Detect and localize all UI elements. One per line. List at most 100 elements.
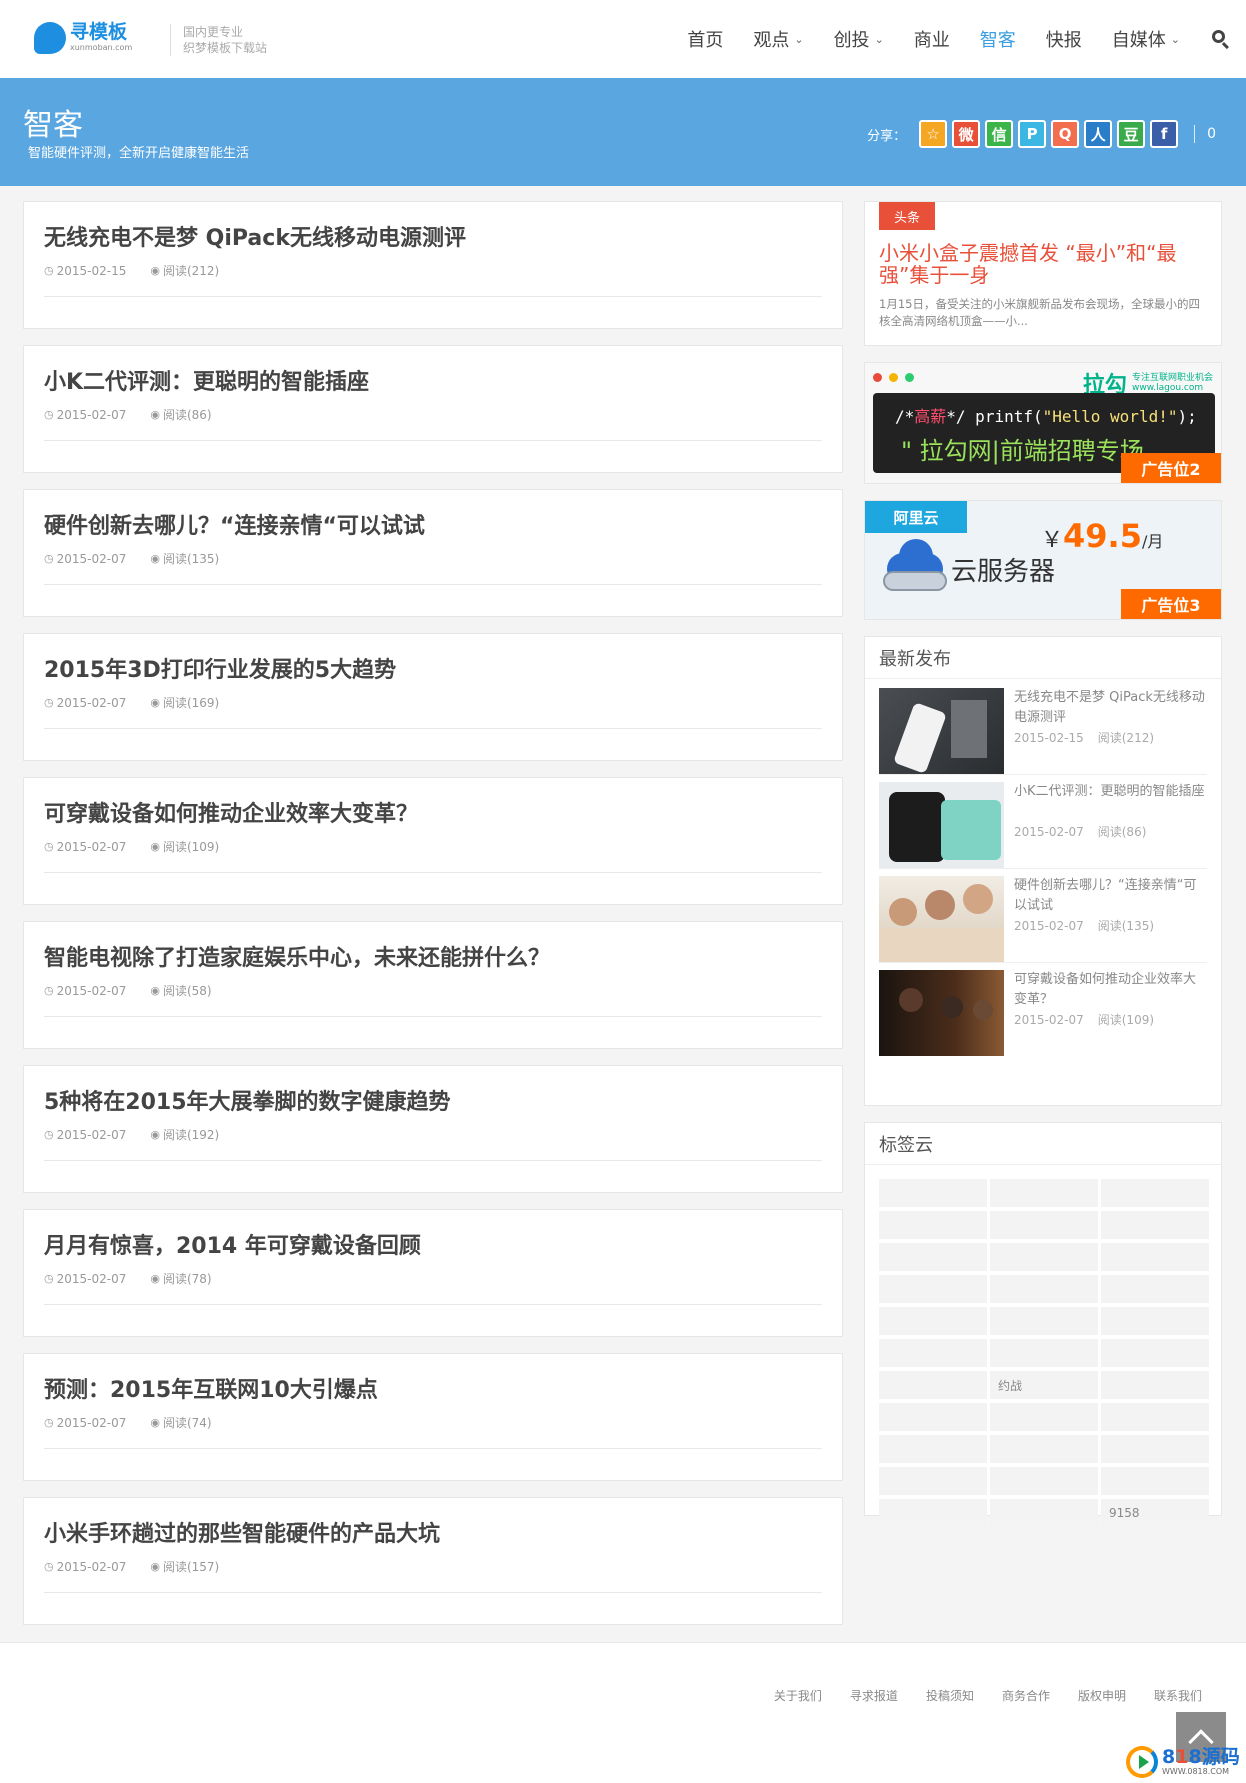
wechat-icon[interactable]: 信 — [985, 120, 1014, 148]
nav-item[interactable]: 自媒体 ⌄ — [1112, 26, 1180, 52]
list-item[interactable]: 可穿戴设备如何推动企业效率大变革？ 2015-02-07 阅读(109) — [879, 961, 1207, 1057]
tag-item[interactable]: 约战 — [990, 1371, 1098, 1399]
tag-item[interactable] — [1101, 1435, 1209, 1463]
ad-aliyun[interactable]: 阿里云 ￥49.5/月 云服务器 广告位3 — [864, 500, 1222, 620]
article-card: 5种将在2015年大展拳脚的数字健康趋势 ◷ 2015-02-07 ◉ 阅读(192) — [23, 1065, 843, 1193]
tencent-weibo-icon[interactable]: P — [1018, 120, 1047, 148]
tag-item[interactable] — [1101, 1467, 1209, 1495]
weibo-icon[interactable]: 微 — [952, 120, 981, 148]
article-title[interactable]: 5种将在2015年大展拳脚的数字健康趋势 — [44, 1084, 451, 1116]
nav-item[interactable]: 智客 — [980, 26, 1016, 52]
tag-item[interactable] — [990, 1275, 1098, 1303]
divider — [44, 296, 822, 297]
article-title[interactable]: 小K二代评测：更聪明的智能插座 — [44, 364, 369, 396]
footer-link[interactable]: 寻求报道 — [850, 1687, 898, 1704]
site-header: 寻模板 xunmoban.com 国内更专业 织梦模板下载站 首页 观点 ⌄ 创投 ⌄ 商… — [0, 0, 1246, 78]
tag-item[interactable] — [990, 1307, 1098, 1335]
eye-icon: ◉ — [150, 408, 160, 421]
tag-item[interactable] — [879, 1435, 987, 1463]
douban-icon[interactable]: 豆 — [1117, 120, 1146, 148]
tag-item[interactable] — [1101, 1243, 1209, 1271]
tag-item[interactable] — [879, 1275, 987, 1303]
chevron-down-icon: ⌄ — [794, 32, 804, 46]
article-title[interactable]: 智能电视除了打造家庭娱乐中心，未来还能拼什么？ — [44, 940, 550, 972]
tag-item[interactable]: 9158 — [1101, 1499, 1209, 1527]
tag-item[interactable] — [1101, 1211, 1209, 1239]
nav-item[interactable]: 创投 ⌄ — [834, 26, 884, 52]
tag-item[interactable] — [990, 1211, 1098, 1239]
share-label: 分享： — [867, 128, 907, 144]
logo-bubble-icon — [34, 22, 66, 54]
tag-item[interactable] — [990, 1243, 1098, 1271]
clock-icon: ◷ — [44, 552, 54, 565]
ad-lagou[interactable]: 拉勾 专注互联网职业机会 www.lagou.com /*高薪*/ printf(… — [864, 362, 1222, 484]
footer-link[interactable]: 商务合作 — [1002, 1687, 1050, 1704]
footer-link[interactable]: 版权申明 — [1078, 1687, 1126, 1704]
footer-link[interactable]: 投稿须知 — [926, 1687, 974, 1704]
tag-item[interactable] — [879, 1499, 987, 1527]
post-thumbnail[interactable] — [879, 688, 1004, 774]
tag-item[interactable] — [1101, 1339, 1209, 1367]
list-item[interactable]: 无线充电不是梦 QiPack无线移动电源测评 2015-02-15 阅读(212) — [879, 679, 1207, 775]
article-card: 智能电视除了打造家庭娱乐中心，未来还能拼什么？ ◷ 2015-02-07 ◉ 阅读(58… — [23, 921, 843, 1049]
article-title[interactable]: 小米手环趟过的那些智能硬件的产品大坑 — [44, 1516, 440, 1548]
article-title[interactable]: 2015年3D打印行业发展的5大趋势 — [44, 652, 396, 684]
site-logo[interactable]: 寻模板 xunmoban.com — [34, 22, 132, 54]
article-date: 2015-02-07 — [56, 839, 127, 854]
logo-text: 寻模板 — [70, 21, 128, 43]
tag-item[interactable] — [990, 1179, 1098, 1207]
recent-title[interactable]: 硬件创新去哪儿？“连接亲情“可以试试 — [1014, 876, 1207, 916]
tag-item[interactable] — [990, 1467, 1098, 1495]
tag-item[interactable] — [879, 1467, 987, 1495]
qzone-icon[interactable]: ☆ — [919, 120, 948, 148]
tag-item[interactable] — [990, 1339, 1098, 1367]
list-item[interactable]: 小K二代评测：更聪明的智能插座 2015-02-07 阅读(86) — [879, 773, 1207, 869]
tag-item[interactable] — [879, 1243, 987, 1271]
tag-item[interactable] — [1101, 1403, 1209, 1431]
tag-item[interactable] — [879, 1179, 987, 1207]
tag-item[interactable] — [879, 1371, 987, 1399]
tag-item[interactable] — [1101, 1179, 1209, 1207]
nav-item[interactable]: 观点 ⌄ — [753, 26, 803, 52]
article-title[interactable]: 预测：2015年互联网10大引爆点 — [44, 1372, 378, 1404]
search-icon[interactable] — [1210, 28, 1232, 50]
tag-item[interactable] — [990, 1435, 1098, 1463]
article-title[interactable]: 可穿戴设备如何推动企业效率大变革？ — [44, 796, 418, 828]
tag-item[interactable] — [879, 1403, 987, 1431]
post-thumbnail[interactable] — [879, 782, 1004, 868]
footer-link[interactable]: 关于我们 — [774, 1687, 822, 1704]
recent-title[interactable]: 无线充电不是梦 QiPack无线移动电源测评 — [1014, 688, 1207, 728]
headline-desc: 1月15日，备受关注的小米旗舰新品发布会现场，全球最小的四核全高清网络机顶盒——… — [879, 297, 1200, 328]
tag-item[interactable] — [1101, 1371, 1209, 1399]
clock-icon: ◷ — [44, 1272, 54, 1285]
footer-link[interactable]: 联系我们 — [1154, 1687, 1202, 1704]
facebook-icon[interactable]: f — [1150, 120, 1179, 148]
article-title[interactable]: 硬件创新去哪儿？“连接亲情“可以试试 — [44, 508, 425, 540]
tag-item[interactable] — [990, 1499, 1098, 1527]
tag-item[interactable] — [879, 1307, 987, 1335]
nav-item[interactable]: 快报 — [1046, 26, 1082, 52]
eye-icon: ◉ — [150, 696, 160, 709]
article-title[interactable]: 月月有惊喜，2014 年可穿戴设备回顾 — [44, 1228, 421, 1260]
recent-meta: 2015-02-07 阅读(135) — [1014, 919, 1155, 933]
recent-title[interactable]: 可穿戴设备如何推动企业效率大变革？ — [1014, 970, 1207, 1010]
tag-item[interactable] — [1101, 1307, 1209, 1335]
nav-item[interactable]: 首页 — [687, 26, 723, 52]
list-item[interactable]: 硬件创新去哪儿？“连接亲情“可以试试 2015-02-07 阅读(135) — [879, 867, 1207, 963]
headline-title[interactable]: 小米小盒子震撼首发 “最小”和“最强”集于一身 — [879, 242, 1207, 286]
renren-icon[interactable]: 人 — [1084, 120, 1113, 148]
qq-icon[interactable]: Q — [1051, 120, 1080, 148]
site-slogan: 国内更专业 织梦模板下载站 — [170, 24, 267, 56]
post-thumbnail[interactable] — [879, 970, 1004, 1056]
article-date: 2015-02-15 — [56, 263, 127, 278]
post-thumbnail[interactable] — [879, 876, 1004, 962]
article-title[interactable]: 无线充电不是梦 QiPack无线移动电源测评 — [44, 220, 466, 252]
divider — [44, 1016, 822, 1017]
tag-item[interactable] — [879, 1339, 987, 1367]
article-views: 阅读(212) — [162, 264, 220, 278]
nav-item[interactable]: 商业 — [914, 26, 950, 52]
tag-item[interactable] — [879, 1211, 987, 1239]
tag-item[interactable] — [990, 1403, 1098, 1431]
tag-item[interactable] — [1101, 1275, 1209, 1303]
recent-title[interactable]: 小K二代评测：更聪明的智能插座 — [1014, 782, 1207, 802]
